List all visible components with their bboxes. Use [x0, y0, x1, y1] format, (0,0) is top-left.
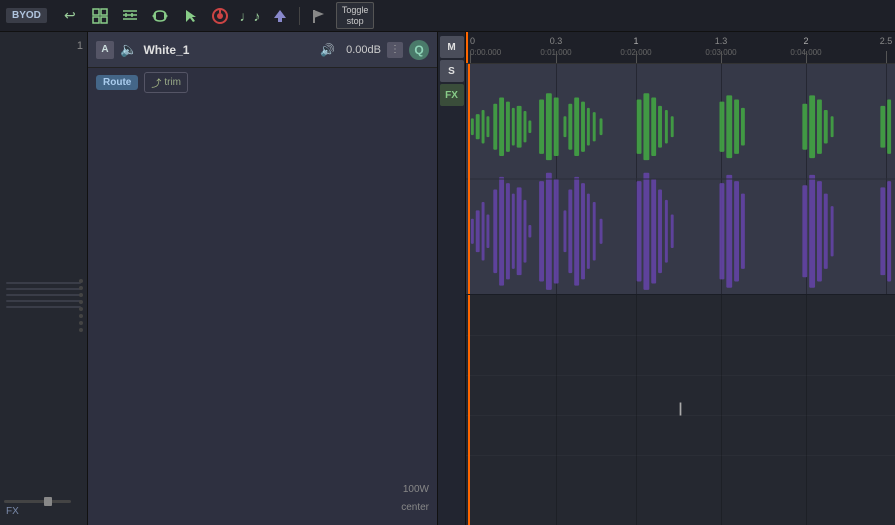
ruler-tick-25 [886, 51, 887, 63]
arrowup-btn[interactable] [267, 4, 293, 28]
ruler-label-2: 2 [803, 36, 808, 46]
byod-label: BYOD [6, 8, 47, 23]
ruler-label-0: 0 [470, 36, 475, 46]
playhead [468, 64, 470, 294]
sidebar-dot [79, 328, 83, 332]
trim-icon: ⤴ [151, 75, 161, 90]
mfx-buttons: M S FX [438, 32, 466, 525]
volume-fader[interactable] [4, 500, 71, 503]
ruler-tick-0 [470, 51, 471, 63]
sidebar-dot [79, 300, 83, 304]
playhead-ruler [466, 32, 468, 63]
track-vol: 100W [403, 484, 429, 495]
fx-label-bottom[interactable]: FX [6, 505, 19, 517]
lines-btn[interactable] [117, 4, 143, 28]
sidebar-dot [79, 279, 83, 283]
left-sidebar: 1 FX [0, 32, 88, 525]
i-beam-cursor: I [678, 400, 683, 421]
ruler-label-1: 1 [633, 36, 638, 46]
track-menu-btn[interactable]: ⋮ [387, 42, 403, 58]
ruler-label-25: 2.5 [880, 36, 893, 46]
track-content: 100W center [88, 96, 437, 525]
mini-fader-line-3 [6, 294, 81, 296]
fx-label-text: FX [6, 506, 19, 517]
mini-fader-line-4 [6, 300, 81, 302]
track-header: A 🔈 White_1 🔊 0.00dB ⋮ Q [88, 32, 437, 68]
volume-icon: 🔊 [320, 43, 335, 57]
empty-grid-2 [806, 295, 807, 525]
waveform-svg [466, 64, 895, 294]
ruler-time-0: 0:00.000 [470, 48, 501, 57]
empty-h-line [466, 375, 895, 376]
sidebar-dot [79, 314, 83, 318]
playhead-empty [468, 295, 470, 525]
ruler-tick-1 [636, 51, 637, 63]
speaker-icon: 🔈 [120, 41, 137, 58]
knob-btn[interactable] [207, 4, 233, 28]
cursor-btn[interactable] [177, 4, 203, 28]
trim-label: trim [164, 77, 181, 88]
route-button[interactable]: Route [96, 75, 138, 90]
track-db-value: 0.00dB [341, 44, 381, 56]
empty-h-line [466, 455, 895, 456]
solo-button[interactable]: S [440, 60, 464, 82]
ruler-tick-03 [556, 51, 557, 63]
sidebar-dot [79, 321, 83, 325]
track-q-btn[interactable]: Q [409, 40, 429, 60]
empty-grid-03 [556, 295, 557, 525]
ruler-tick-13 [721, 51, 722, 63]
track-name[interactable]: White_1 [143, 43, 314, 57]
ruler-label-13: 1.3 [715, 36, 728, 46]
fx-button[interactable]: FX [440, 84, 464, 106]
trim-button[interactable]: ⤴ trim [144, 72, 188, 93]
music-btn[interactable]: ♩♪ [237, 4, 263, 28]
timeline-ruler: 0 0:00.000 0.3 0:01.000 1 0:02.000 1.3 0… [466, 32, 895, 64]
fader-handle[interactable] [44, 497, 52, 506]
empty-grid-13 [721, 295, 722, 525]
track-type-icon: A [96, 41, 114, 59]
main-layout: 1 FX [0, 32, 895, 525]
mute-button[interactable]: M [440, 36, 464, 58]
ruler-label-03: 0.3 [550, 36, 563, 46]
loop-btn[interactable] [147, 4, 173, 28]
sidebar-dots [79, 279, 83, 332]
track-number: 1 [77, 40, 83, 52]
sidebar-dot [79, 286, 83, 290]
mini-fader-line-5 [6, 306, 81, 308]
empty-h-line [466, 335, 895, 336]
waveform-track[interactable] [466, 64, 895, 295]
mini-fader-line-2 [6, 288, 81, 290]
ruler-tick-2 [806, 51, 807, 63]
sidebar-dot [79, 293, 83, 297]
track-sub-controls: Route ⤴ trim [88, 68, 437, 96]
toggle-stop-btn[interactable]: Toggle stop [336, 2, 375, 30]
toolbar-separator [299, 7, 300, 25]
track-number-area: 1 [0, 32, 87, 252]
sidebar-dot [79, 307, 83, 311]
track-panel: A 🔈 White_1 🔊 0.00dB ⋮ Q Route ⤴ trim 10… [88, 32, 438, 525]
undo-btn[interactable]: ↩ [57, 4, 83, 28]
empty-grid-1 [636, 295, 637, 525]
empty-area[interactable]: I [466, 295, 895, 525]
toolbar: BYOD ↩ ♩♪ Toggle stop [0, 0, 895, 32]
flag-btn[interactable] [306, 4, 332, 28]
mini-fader-line-1 [6, 282, 81, 284]
track-pan: center [401, 502, 429, 513]
waveform-area: 0 0:00.000 0.3 0:01.000 1 0:02.000 1.3 0… [466, 32, 895, 525]
grid-btn[interactable] [87, 4, 113, 28]
